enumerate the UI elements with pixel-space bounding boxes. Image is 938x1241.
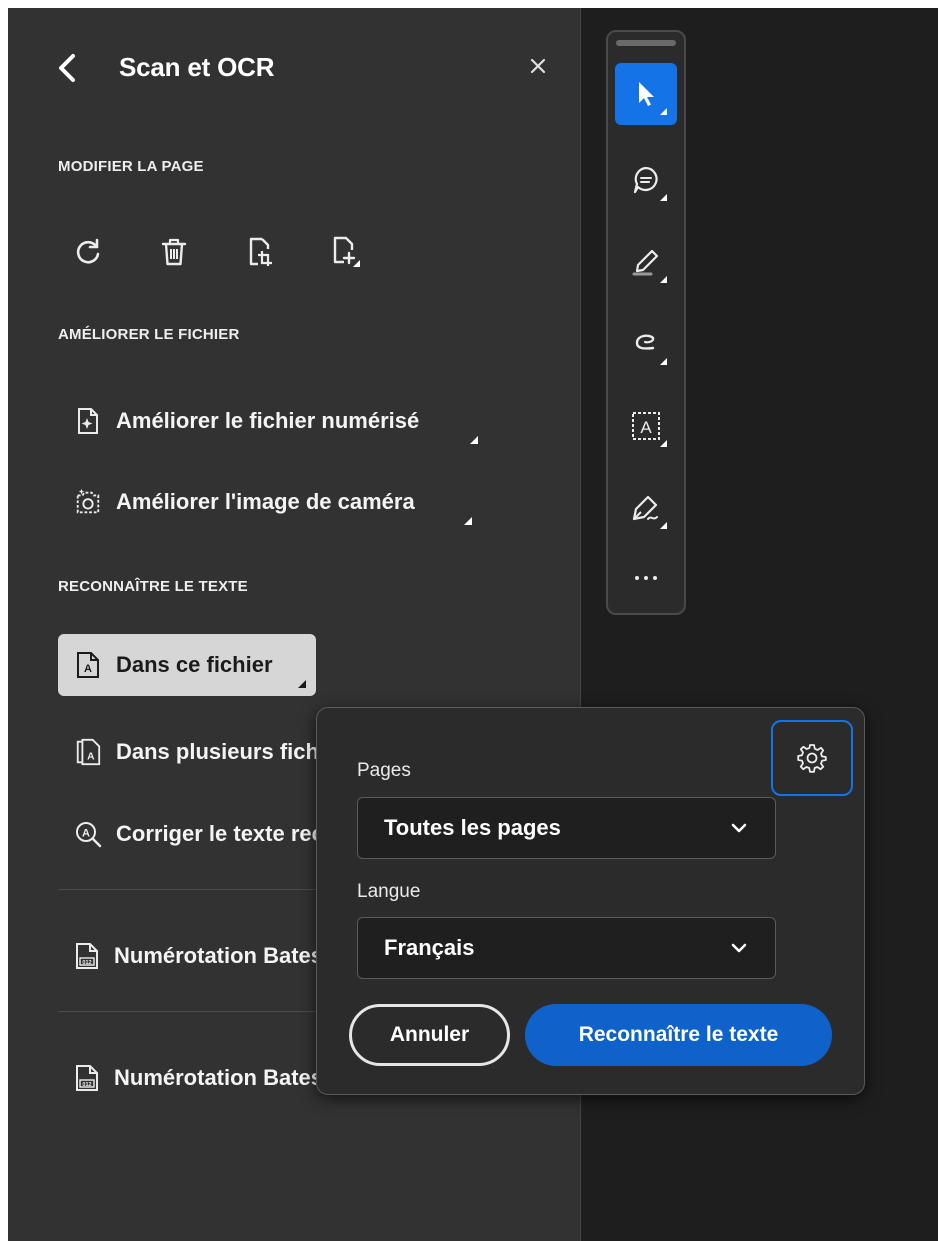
svg-text:A: A	[87, 751, 95, 762]
correct-text-icon: A	[74, 820, 102, 848]
bates-numbering-item-2[interactable]: 012 Numérotation Bates	[58, 1047, 316, 1109]
section-title-enhance-file: AMÉLIORER LE FICHIER	[58, 326, 240, 343]
ocr-file-icon: A	[74, 651, 102, 679]
enhance-camera-icon	[74, 488, 102, 516]
ocr-options-popup: Pages Toutes les pages Langue Français A…	[316, 707, 865, 1095]
bates-numbering-label: Numérotation Bates	[114, 1065, 316, 1090]
recognize-text-button[interactable]: Reconnaître le texte	[525, 1004, 832, 1066]
panel-header: Scan et OCR	[8, 8, 581, 118]
chevron-down-icon	[731, 823, 747, 833]
submenu-corner-indicator	[464, 517, 472, 525]
delete-page-button[interactable]	[152, 230, 196, 274]
window-left-edge	[0, 8, 8, 1241]
language-label: Langue	[357, 881, 421, 902]
sign-icon	[632, 495, 658, 521]
draw-tool-button[interactable]	[615, 313, 677, 375]
close-icon	[530, 58, 546, 74]
gear-icon	[797, 744, 827, 773]
highlight-pen-icon	[632, 249, 659, 276]
draw-lasso-icon	[635, 334, 655, 350]
more-tools-button[interactable]	[615, 552, 677, 604]
ocr-multiple-files-icon: A	[74, 738, 102, 766]
insert-page-icon	[333, 236, 360, 267]
ocr-multiple-files-label: Dans plusieurs fichiers	[116, 739, 316, 764]
enhance-camera-image-label: Améliorer l'image de caméra	[116, 489, 415, 514]
bates-numbering-label: Numérotation Bates	[114, 943, 316, 968]
section-title-modify-page: MODIFIER LA PAGE	[58, 158, 204, 175]
bates-numbering-icon: 012	[74, 1064, 100, 1092]
enhance-scan-icon	[74, 407, 102, 435]
more-icon	[635, 576, 657, 580]
quick-tools-toolbar: A	[606, 30, 686, 615]
rotate-icon	[76, 238, 100, 264]
svg-text:A: A	[640, 418, 652, 437]
sign-tool-button[interactable]	[615, 477, 677, 539]
language-select-value: Français	[384, 935, 475, 960]
svg-text:A: A	[82, 828, 90, 840]
chevron-left-icon	[59, 54, 75, 82]
correct-recognized-text-item[interactable]: A Corriger le texte reconnu	[58, 803, 316, 865]
trash-icon	[161, 238, 187, 266]
text-recognition-tool-button[interactable]: A	[615, 395, 677, 457]
page-tools-row	[66, 230, 410, 280]
ocr-multiple-files-item[interactable]: A Dans plusieurs fichiers	[58, 721, 316, 783]
crop-page-button[interactable]	[238, 230, 282, 274]
window-top-edge	[0, 0, 938, 8]
crop-page-icon	[249, 237, 272, 266]
pages-select[interactable]: Toutes les pages	[357, 797, 776, 859]
pages-label: Pages	[357, 760, 411, 781]
rotate-page-button[interactable]	[66, 230, 110, 274]
correct-recognized-text-label: Corriger le texte reconnu	[116, 821, 316, 846]
select-tool-button[interactable]	[615, 63, 677, 125]
svg-text:012: 012	[82, 960, 91, 966]
back-button[interactable]	[52, 46, 82, 90]
ocr-settings-button[interactable]	[771, 720, 853, 796]
submenu-corner-indicator	[470, 436, 478, 444]
cancel-button[interactable]: Annuler	[349, 1004, 510, 1066]
ocr-in-this-file-label: Dans ce fichier	[116, 652, 273, 677]
panel-title: Scan et OCR	[119, 52, 275, 82]
enhance-camera-image-item[interactable]: Améliorer l'image de caméra	[58, 471, 472, 533]
pages-select-value: Toutes les pages	[384, 815, 561, 840]
bates-numbering-icon: 012	[74, 942, 100, 970]
insert-page-button[interactable]	[324, 230, 368, 274]
comment-tool-button[interactable]	[615, 149, 677, 211]
svg-text:012: 012	[82, 1082, 91, 1088]
close-panel-button[interactable]	[522, 50, 554, 82]
text-recognition-icon: A	[632, 412, 660, 440]
highlight-tool-button[interactable]	[615, 231, 677, 293]
ocr-in-this-file-item[interactable]: A Dans ce fichier	[58, 634, 316, 696]
toolbar-drag-handle[interactable]	[616, 40, 676, 46]
bates-numbering-item-1[interactable]: 012 Numérotation Bates	[58, 925, 316, 987]
select-arrow-icon	[639, 82, 654, 106]
language-select[interactable]: Français	[357, 917, 776, 979]
svg-text:A: A	[84, 663, 92, 675]
chevron-down-icon	[731, 943, 747, 953]
submenu-corner-indicator	[298, 680, 306, 688]
comment-icon	[633, 166, 658, 194]
enhance-scanned-file-item[interactable]: Améliorer le fichier numérisé	[58, 390, 478, 452]
section-title-recognize-text: RECONNAÎTRE LE TEXTE	[58, 578, 248, 595]
enhance-scanned-file-label: Améliorer le fichier numérisé	[116, 408, 420, 433]
